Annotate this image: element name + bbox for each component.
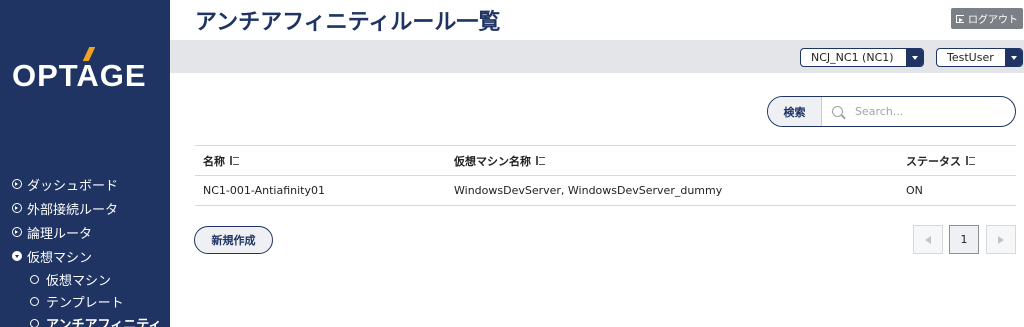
logout-label: ログアウト	[968, 15, 1018, 26]
user-select-value: TestUser	[947, 51, 994, 64]
search-box: 検索	[767, 96, 1016, 127]
sidebar-item-label: 仮想マシン	[27, 250, 93, 266]
sidebar-item-dashboard[interactable]: ダッシュボード	[12, 172, 168, 196]
column-header-name[interactable]: 名称	[195, 153, 454, 169]
caret-right-icon	[998, 235, 1004, 244]
sidebar-item-external-router[interactable]: 外部接続ルータ	[12, 196, 168, 220]
project-select-value: NCJ_NC1 (NC1)	[811, 51, 894, 64]
sidebar-subitem-label: アンチアフィニティ	[46, 317, 162, 327]
cell-status: ON	[906, 184, 923, 197]
sidebar-subitem-label: 仮想マシン	[46, 273, 112, 289]
column-header-status[interactable]: ステータス	[906, 153, 1016, 169]
table-header: 名称 仮想マシン名称 ステータス	[195, 145, 1016, 176]
chevron-down-icon	[1005, 49, 1022, 66]
sidebar-item-label: 論理ルータ	[27, 226, 93, 242]
cell-name[interactable]: NC1-001-Antiafinity01	[195, 184, 454, 197]
sort-icon[interactable]	[230, 156, 239, 165]
pagination-prev-button[interactable]	[913, 225, 943, 254]
pagination-next-button[interactable]	[986, 225, 1016, 254]
sidebar-subitem-vm[interactable]: 仮想マシン	[12, 268, 168, 290]
column-header-label: 仮想マシン名称	[454, 154, 531, 168]
logout-icon	[956, 14, 964, 23]
column-header-label: ステータス	[906, 154, 961, 168]
circle-icon	[30, 274, 39, 284]
sidebar-item-virtual-machine[interactable]: 仮想マシン	[12, 244, 168, 268]
column-header-vm-name[interactable]: 仮想マシン名称	[454, 153, 906, 169]
page-title: アンチアフィニティルール一覧	[195, 10, 501, 35]
sidebar-subitem-anti-affinity[interactable]: アンチアフィニティ	[12, 312, 168, 327]
sort-icon[interactable]	[536, 156, 545, 165]
circle-icon	[30, 296, 39, 306]
logo: OPTAGE	[12, 58, 147, 93]
chevron-down-icon	[906, 49, 923, 66]
user-select[interactable]: TestUser	[936, 48, 1023, 67]
circle-arrow-icon	[12, 179, 22, 189]
toolbar: NCJ_NC1 (NC1) TestUser	[170, 40, 1024, 73]
table-row[interactable]: NC1-001-Antiafinity01 WindowsDevServer, …	[195, 176, 1016, 206]
cell-vm-names: WindowsDevServer, WindowsDevServer_dummy	[454, 184, 723, 197]
sidebar: OPTAGE ダッシュボード 外部接続ルータ 論理ルータ 仮想マシン 仮想マシン…	[0, 0, 170, 327]
circle-arrow-down-icon	[12, 251, 22, 261]
create-button[interactable]: 新規作成	[194, 226, 273, 254]
logout-button[interactable]: ログアウト	[951, 8, 1023, 29]
sidebar-subitem-label: テンプレート	[46, 295, 124, 311]
search-input[interactable]	[855, 105, 1005, 118]
sidebar-nav: ダッシュボード 外部接続ルータ 論理ルータ 仮想マシン 仮想マシン テンプレート…	[12, 172, 168, 327]
sort-icon[interactable]	[966, 156, 975, 165]
pagination-page-button[interactable]: 1	[949, 225, 979, 254]
circle-arrow-icon	[12, 203, 22, 213]
anti-affinity-table: 名称 仮想マシン名称 ステータス NC1-001-Antiafinity01 W…	[195, 145, 1016, 206]
circle-arrow-icon	[12, 227, 22, 237]
sidebar-item-label: 外部接続ルータ	[27, 202, 119, 218]
column-header-label: 名称	[203, 154, 225, 168]
caret-left-icon	[925, 235, 931, 244]
circle-icon	[30, 318, 39, 327]
project-select[interactable]: NCJ_NC1 (NC1)	[800, 48, 924, 67]
search-button[interactable]: 検索	[768, 97, 822, 126]
sidebar-subitem-template[interactable]: テンプレート	[12, 290, 168, 312]
sidebar-item-label: ダッシュボード	[27, 178, 119, 194]
sidebar-item-logical-router[interactable]: 論理ルータ	[12, 220, 168, 244]
search-icon	[832, 106, 843, 117]
